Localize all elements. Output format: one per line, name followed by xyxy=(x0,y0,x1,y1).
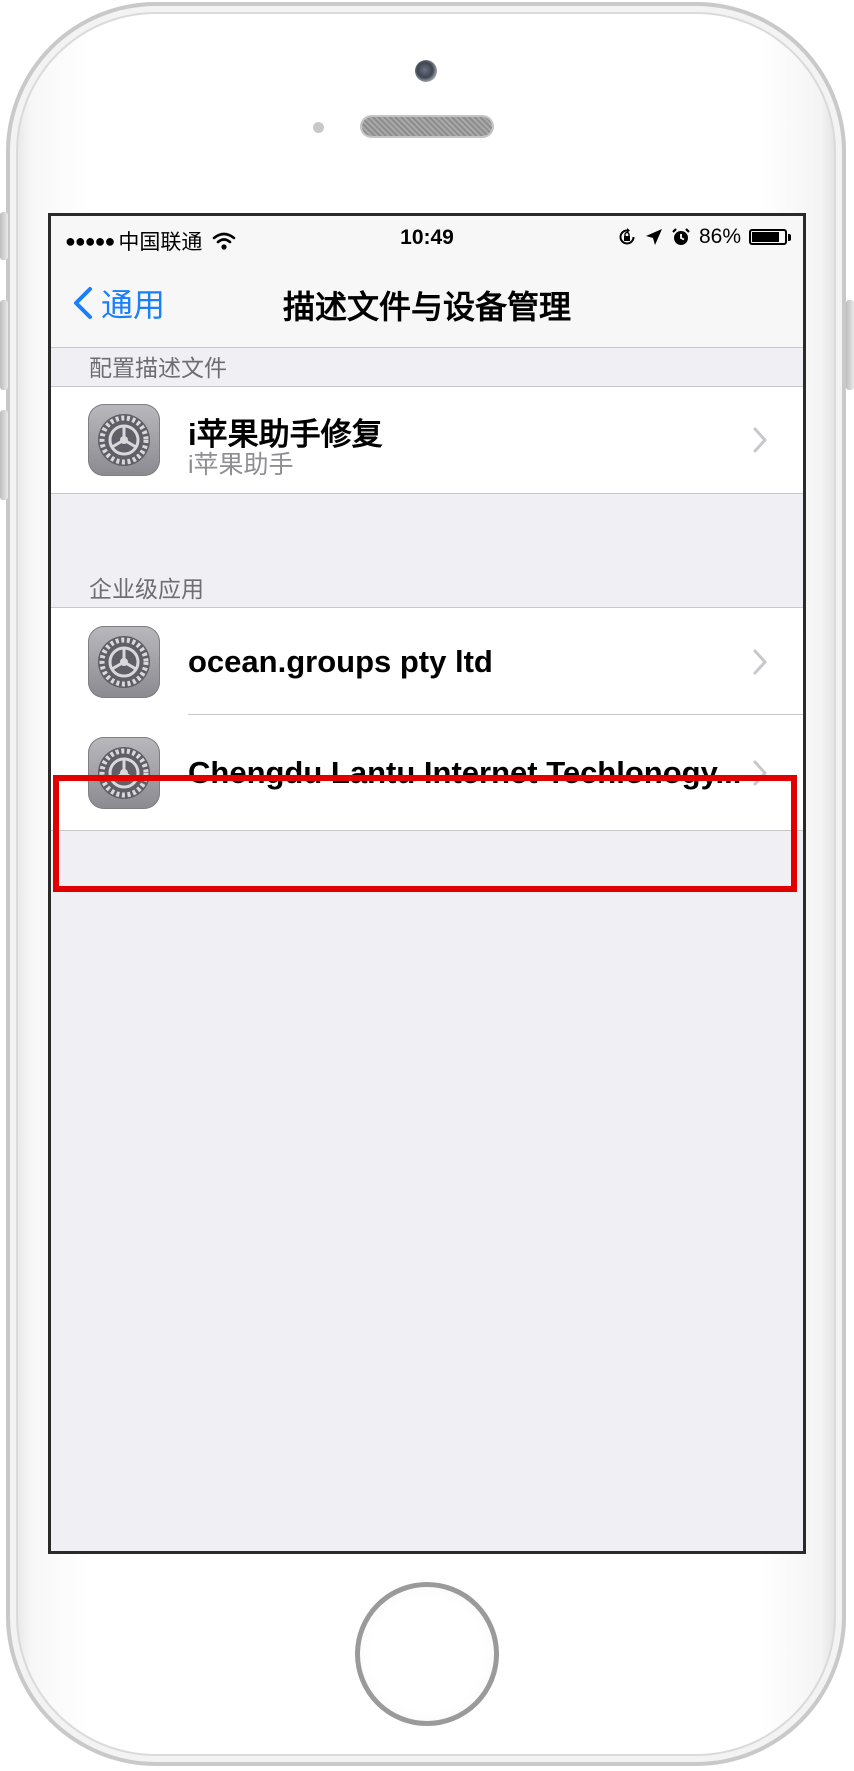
profiles-group: i苹果助手修复 i苹果助手 xyxy=(51,386,803,494)
location-arrow-icon xyxy=(645,229,662,245)
battery-percent: 86% xyxy=(698,225,741,248)
navigation-bar: 通用 描述文件与设备管理 xyxy=(51,258,803,348)
settings-gear-icon xyxy=(88,737,160,809)
chevron-right-icon xyxy=(753,427,767,453)
phone-screen: ●●●●● 中国联通 10:49 86% 通用 描述文件与设备管理 配置描述文件… xyxy=(48,213,806,1554)
chevron-left-icon xyxy=(74,287,92,319)
section-header-profiles: 配置描述文件 xyxy=(89,355,227,381)
power-button xyxy=(846,300,854,390)
enterprise-app-title: Chengdu Lantu Internet Techlonogy... xyxy=(188,755,742,790)
home-button[interactable] xyxy=(355,1582,499,1726)
proximity-sensor xyxy=(313,122,324,133)
profile-subtitle: i苹果助手 xyxy=(188,451,294,479)
orientation-lock-icon xyxy=(619,228,635,245)
enterprise-app-ocean-groups[interactable]: ocean.groups pty ltd xyxy=(51,608,803,715)
back-button-label: 通用 xyxy=(101,287,166,323)
status-bar: ●●●●● 中国联通 10:49 86% xyxy=(51,216,803,258)
status-right: 86% xyxy=(617,225,791,249)
volume-up-button xyxy=(0,300,8,390)
chevron-right-icon xyxy=(753,760,767,786)
section-header-enterprise-apps: 企业级应用 xyxy=(89,576,204,602)
enterprise-app-chengdu-lantu[interactable]: Chengdu Lantu Internet Techlonogy... xyxy=(51,715,803,830)
battery-tip xyxy=(788,233,791,241)
settings-gear-icon xyxy=(88,404,160,476)
back-button[interactable]: 通用 xyxy=(73,280,165,326)
front-camera xyxy=(415,60,437,82)
earpiece-speaker xyxy=(362,117,492,136)
volume-down-button xyxy=(0,410,8,500)
alarm-clock-icon xyxy=(672,228,690,245)
enterprise-app-title: ocean.groups pty ltd xyxy=(188,644,493,679)
chevron-right-icon xyxy=(753,649,767,675)
mute-switch xyxy=(0,212,8,260)
battery-icon xyxy=(749,229,787,245)
enterprise-apps-group: ocean.groups pty ltd Chengdu Lantu Inter… xyxy=(51,607,803,831)
profile-item-iapple-repair[interactable]: i苹果助手修复 i苹果助手 xyxy=(51,387,803,493)
settings-gear-icon xyxy=(88,626,160,698)
battery-level-fill xyxy=(752,232,780,242)
